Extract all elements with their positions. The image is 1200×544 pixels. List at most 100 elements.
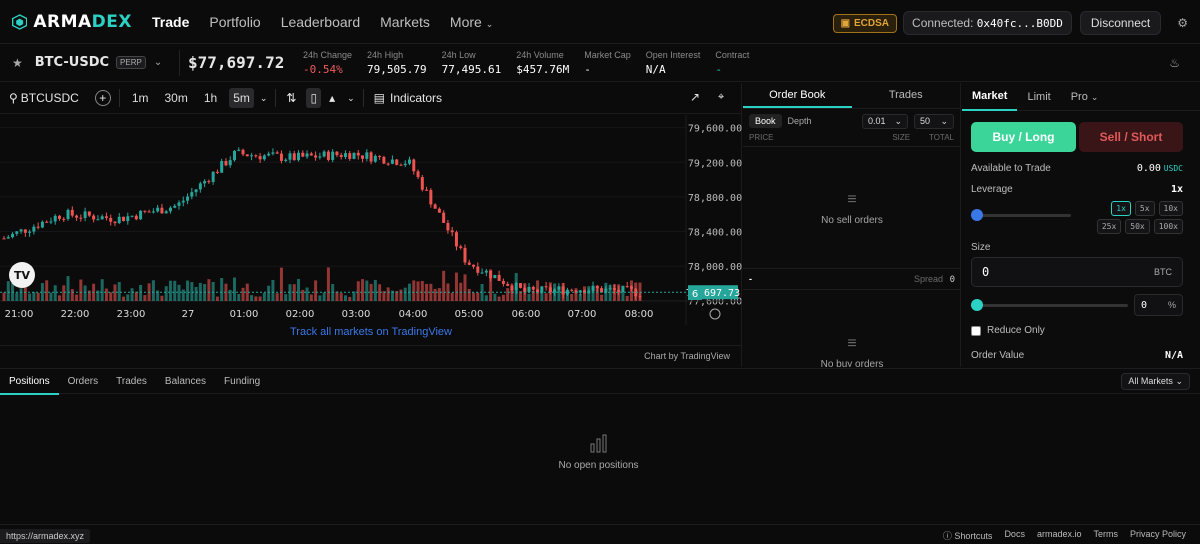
- no-sell-orders: No sell orders: [821, 215, 883, 226]
- logo[interactable]: ARMADEX: [12, 11, 132, 33]
- sell-short-button[interactable]: Sell / Short: [1079, 122, 1183, 152]
- price-chart[interactable]: 79,600.00 79,200.00 78,800.00 78,400.00 78,0…: [0, 115, 742, 325]
- volume-bar: [75, 294, 79, 301]
- tab-trades[interactable]: Trades: [852, 83, 961, 108]
- chevron-down-icon: ⌄: [940, 115, 948, 126]
- nav-portfolio[interactable]: Portfolio: [209, 14, 260, 30]
- leverage-option-25x[interactable]: 25x: [1096, 219, 1122, 234]
- candle-body: [66, 209, 70, 220]
- candle-body: [241, 149, 245, 155]
- search-icon[interactable]: ⚲: [9, 91, 18, 105]
- symbol-search[interactable]: BTCUSDC: [21, 91, 79, 105]
- snapshot-icon[interactable]: ↗: [690, 90, 700, 104]
- interval-5m[interactable]: 5m: [229, 88, 254, 108]
- market-stat: 24h Low 77,495.61: [442, 50, 502, 76]
- nav-trade[interactable]: Trade: [152, 14, 189, 30]
- volume-bar: [301, 289, 305, 301]
- tab-trades[interactable]: Trades: [107, 376, 156, 387]
- rows-select[interactable]: 50 ⌄: [914, 113, 954, 129]
- add-symbol-icon[interactable]: +: [94, 90, 111, 106]
- gear-icon[interactable]: ⚙: [1177, 16, 1188, 30]
- volume-bar: [32, 291, 36, 301]
- size-input[interactable]: 0 BTC: [971, 257, 1183, 287]
- key-type-badge[interactable]: ▣ ECDSA: [832, 13, 898, 33]
- star-icon[interactable]: ★: [12, 56, 23, 70]
- bar-chart-icon: [589, 433, 609, 456]
- market-filter-select[interactable]: All Markets ⌄: [1121, 373, 1190, 390]
- chevron-down-icon[interactable]: ⌄: [260, 93, 268, 104]
- candle-body: [339, 155, 343, 158]
- nav-more[interactable]: More ⌄: [450, 14, 493, 30]
- book-mode-button[interactable]: Book: [749, 114, 782, 128]
- volume-bar: [66, 276, 70, 301]
- chevron-down-icon[interactable]: ⌄: [347, 93, 355, 104]
- indicators-button[interactable]: Indicators: [390, 91, 442, 105]
- leverage-option-1x[interactable]: 1x: [1111, 201, 1131, 216]
- fullscreen-icon[interactable]: ⌖: [718, 91, 724, 104]
- disconnect-button[interactable]: Disconnect: [1079, 11, 1162, 35]
- tab-positions[interactable]: Positions: [0, 368, 59, 395]
- candle-body: [356, 152, 360, 156]
- candle-body: [45, 221, 49, 223]
- leverage-option-100x[interactable]: 100x: [1153, 219, 1183, 234]
- candle-body: [625, 286, 629, 288]
- nav-markets[interactable]: Markets: [380, 14, 430, 30]
- indicators-icon[interactable]: ▤: [374, 91, 385, 105]
- leverage-option-5x[interactable]: 5x: [1134, 201, 1155, 216]
- volume-bar: [250, 295, 254, 301]
- nav-leaderboard[interactable]: Leaderboard: [281, 14, 360, 30]
- candle-chart-type-icon[interactable]: ▯: [306, 88, 322, 108]
- tab-orders[interactable]: Orders: [59, 376, 108, 387]
- key-type-label: ECDSA: [854, 17, 890, 29]
- candle-body: [544, 286, 548, 288]
- buy-long-button[interactable]: Buy / Long: [971, 122, 1076, 152]
- chevron-down-icon: ⌄: [1175, 376, 1183, 386]
- size-percent-slider[interactable]: [971, 299, 1129, 311]
- candle-body: [100, 216, 104, 220]
- interval-30m[interactable]: 30m: [160, 88, 191, 108]
- market-stats: 24h Change -0.54% 24h High 79,505.79 24h Low…: [288, 50, 749, 76]
- leverage-option-50x[interactable]: 50x: [1125, 219, 1150, 234]
- volume-bar: [262, 292, 266, 301]
- footer-link[interactable]: Terms: [1093, 529, 1118, 542]
- pair-selector[interactable]: ★ BTC-USDC PERP ⌄: [12, 49, 180, 76]
- interval-1m[interactable]: 1m: [128, 88, 153, 108]
- footer-link[interactable]: Privacy Policy: [1130, 529, 1186, 542]
- percent-input[interactable]: 0 %: [1134, 294, 1183, 316]
- footer-link[interactable]: armadex.io: [1037, 529, 1082, 542]
- depth-mode-button[interactable]: Depth: [788, 116, 812, 126]
- leverage-option-10x[interactable]: 10x: [1158, 201, 1183, 216]
- volume-bar: [190, 282, 194, 301]
- volume-bar: [484, 295, 488, 301]
- tradingview-link[interactable]: Track all markets on TradingView: [0, 326, 742, 338]
- leverage-slider[interactable]: [971, 209, 1072, 221]
- tab-order-book[interactable]: Order Book: [743, 83, 852, 108]
- tab-limit[interactable]: Limit: [1017, 91, 1060, 103]
- stat-label: Open Interest: [645, 49, 701, 60]
- bell-icon[interactable]: ♨: [1169, 56, 1180, 70]
- area-chart-type-icon[interactable]: ▴: [329, 91, 335, 105]
- interval-1h[interactable]: 1h: [200, 88, 221, 108]
- bar-chart-type-icon[interactable]: ⇅: [286, 91, 296, 105]
- market-stat: 24h High 79,505.79: [367, 50, 427, 76]
- candle-body: [416, 171, 420, 178]
- wallet-status[interactable]: Connected: 0x40fc...B0DD: [903, 11, 1072, 35]
- tick-size-select[interactable]: 0.01 ⌄: [862, 113, 908, 129]
- slider-thumb[interactable]: [971, 299, 983, 311]
- tick-size-value: 0.01: [868, 115, 886, 126]
- tab-funding[interactable]: Funding: [215, 376, 269, 387]
- tab-balances[interactable]: Balances: [156, 376, 215, 387]
- slider-thumb[interactable]: [971, 209, 983, 221]
- reduce-only-checkbox[interactable]: [971, 326, 981, 336]
- chevron-down-icon: ⌄: [1090, 91, 1099, 102]
- candle-body: [224, 161, 228, 166]
- tab-market[interactable]: Market: [962, 82, 1018, 111]
- candle-body: [403, 163, 407, 166]
- tab-pro[interactable]: Pro ⌄: [1061, 91, 1109, 103]
- positions-panel: Positions Orders Trades Balances Funding All…: [0, 368, 1200, 524]
- volume-bar: [232, 277, 236, 301]
- footer-link[interactable]: Docs: [1004, 529, 1025, 542]
- y-tick-label: 78,400.00: [688, 227, 742, 238]
- footer-link[interactable]: ⓘ Shortcuts: [943, 529, 993, 542]
- volume-bar: [53, 285, 57, 301]
